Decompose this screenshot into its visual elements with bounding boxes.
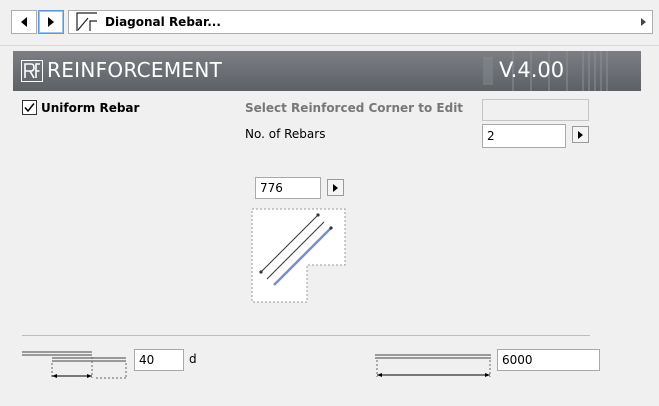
triangle-left-icon — [21, 17, 27, 27]
next-page-button[interactable] — [38, 10, 64, 34]
rebar-count-options-button[interactable] — [572, 126, 589, 143]
reinforcement-logo-icon — [21, 60, 43, 82]
lap-length-input[interactable]: 40 — [134, 349, 184, 371]
triangle-right-icon — [333, 183, 338, 192]
uniform-rebar-label: Uniform Rebar — [41, 100, 140, 115]
rebar-count-label: No. of Rebars — [245, 127, 326, 141]
select-corner-label: Select Reinforced Corner to Edit — [245, 101, 464, 115]
uniform-rebar-checkbox[interactable] — [22, 100, 37, 115]
rebar-length-input[interactable]: 776 — [255, 177, 321, 199]
bar-length-input[interactable]: 6000 — [497, 349, 600, 371]
triangle-right-icon — [578, 130, 583, 139]
rebar-settings-panel: Diagonal Rebar... REINFORCEMENT V.4.00 U… — [0, 0, 659, 406]
lap-unit-label: d — [189, 352, 197, 366]
triangle-right-icon — [48, 17, 54, 27]
page-selector-dropdown[interactable]: Diagonal Rebar... — [68, 10, 653, 34]
corner-rebar-diagram[interactable] — [251, 208, 347, 304]
version-label: V.4.00 — [499, 58, 565, 82]
uniform-rebar-toggle[interactable]: Uniform Rebar — [22, 100, 139, 115]
section-divider — [22, 335, 590, 336]
checkmark-icon — [24, 103, 35, 113]
rebar-count-input[interactable]: 2 — [482, 124, 566, 148]
dropdown-arrow-icon — [641, 18, 646, 26]
corner-selection-field — [482, 99, 589, 121]
diagonal-rebar-icon — [76, 12, 97, 31]
rebar-length-options-button[interactable] — [327, 179, 344, 196]
previous-page-button[interactable] — [11, 10, 37, 34]
reinforcement-banner: REINFORCEMENT V.4.00 — [13, 51, 641, 91]
banner-title: REINFORCEMENT — [47, 58, 223, 82]
page-selector-label: Diagonal Rebar... — [105, 15, 221, 29]
navigation-bar: Diagonal Rebar... — [0, 0, 659, 46]
lap-length-diagram — [22, 351, 127, 379]
bar-length-diagram — [375, 354, 491, 377]
